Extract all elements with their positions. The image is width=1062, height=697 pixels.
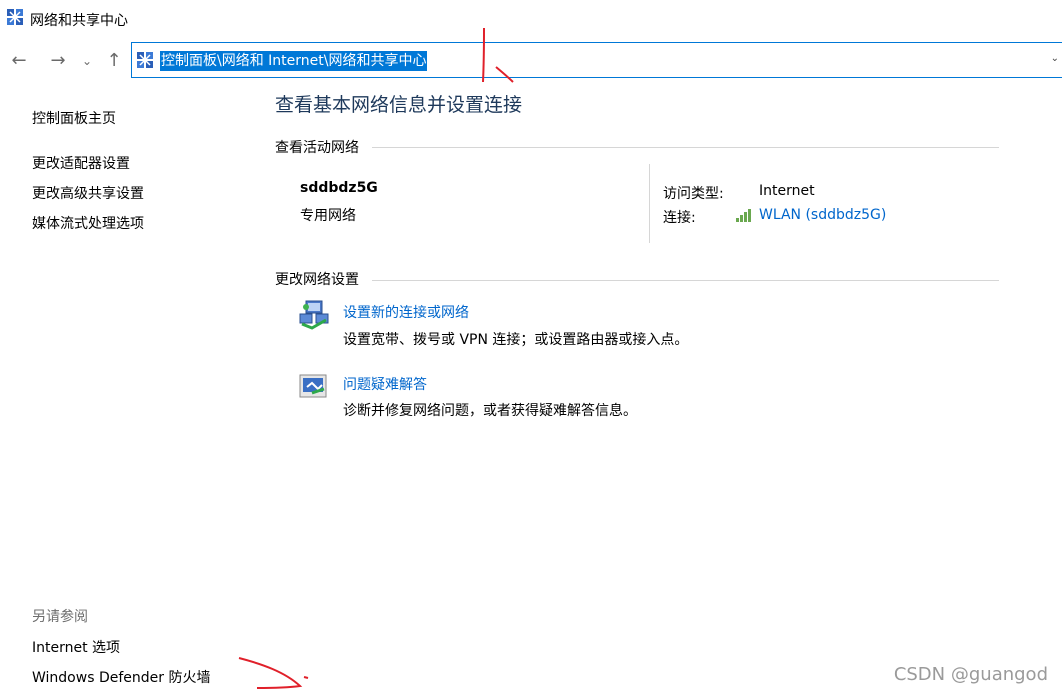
back-button[interactable]: ← — [9, 50, 29, 72]
access-type-value: Internet — [759, 183, 815, 199]
troubleshoot-link[interactable]: 问题疑难解答 — [343, 374, 427, 394]
address-bar[interactable]: 控制面板\网络和 Internet\网络和共享中心 ⌄ — [131, 42, 1062, 78]
window-title: 网络和共享中心 — [30, 13, 128, 29]
up-button[interactable]: ↑ — [104, 50, 124, 72]
change-settings-header: 更改网络设置 — [275, 272, 359, 288]
network-category: 专用网络 — [300, 208, 356, 224]
sidebar-item-media-streaming[interactable]: 媒体流式处理选项 — [32, 213, 144, 233]
see-also-title: 另请参阅 — [32, 609, 88, 625]
see-also-internet-options[interactable]: Internet 选项 — [32, 637, 120, 657]
network-name: sddbdz5G — [300, 180, 378, 196]
section-divider — [372, 147, 999, 148]
connection-label: 连接: — [663, 210, 696, 226]
wifi-signal-icon — [736, 209, 751, 222]
section-divider — [372, 280, 999, 281]
see-also-firewall[interactable]: Windows Defender 防火墙 — [32, 667, 210, 687]
setup-new-connection-description: 设置宽带、拨号或 VPN 连接；或设置路由器或接入点。 — [343, 332, 689, 348]
navigation-bar: ← → ⌄ ↑ 控制面板\网络和 Internet\网络和共享中心 ⌄ — [0, 40, 1062, 82]
new-connection-icon — [299, 300, 329, 330]
address-dropdown-icon[interactable]: ⌄ — [1051, 53, 1059, 64]
sidebar-item-adapter-settings[interactable]: 更改适配器设置 — [32, 153, 130, 173]
sidebar-item-advanced-sharing[interactable]: 更改高级共享设置 — [32, 183, 144, 203]
network-center-icon — [137, 52, 153, 68]
recent-locations-button[interactable]: ⌄ — [80, 50, 94, 72]
troubleshoot-description: 诊断并修复网络问题，或者获得疑难解答信息。 — [343, 403, 637, 419]
network-center-icon — [7, 9, 23, 25]
window: 网络和共享中心 ← → ⌄ ↑ 控制面板\网络和 Internet\网络和共享中… — [0, 0, 1062, 697]
access-type-label: 访问类型: — [663, 186, 724, 202]
address-path[interactable]: 控制面板\网络和 Internet\网络和共享中心 — [160, 51, 428, 71]
troubleshoot-icon — [299, 374, 327, 398]
watermark: CSDN @guangod — [893, 664, 1048, 685]
active-networks-header: 查看活动网络 — [275, 140, 359, 156]
vertical-divider — [649, 164, 650, 243]
forward-button[interactable]: → — [48, 50, 68, 72]
connection-link[interactable]: WLAN (sddbdz5G) — [759, 207, 886, 223]
sidebar-control-panel-home[interactable]: 控制面板主页 — [32, 108, 116, 128]
page-title: 查看基本网络信息并设置连接 — [275, 94, 523, 116]
setup-new-connection-link[interactable]: 设置新的连接或网络 — [343, 302, 469, 322]
title-bar: 网络和共享中心 — [0, 0, 1062, 38]
